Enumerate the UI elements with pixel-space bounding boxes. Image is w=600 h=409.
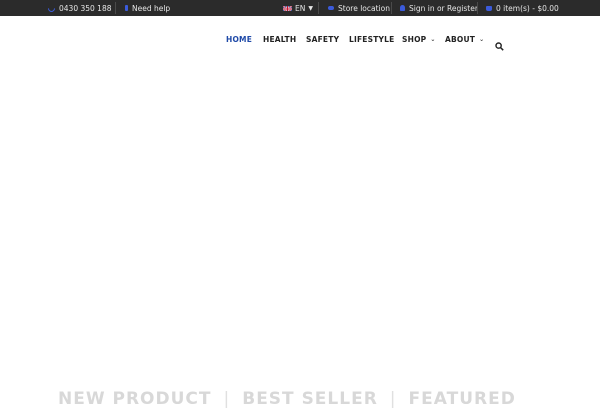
location-icon xyxy=(328,6,334,10)
divider xyxy=(318,2,319,14)
tab-best-seller[interactable]: BEST SELLER xyxy=(242,389,378,409)
nav-item-shop[interactable]: SHOP ⌄ xyxy=(402,35,436,44)
help-link[interactable]: Need help xyxy=(125,0,170,16)
main-navigation xyxy=(0,16,600,64)
phone-number: 0430 350 188 xyxy=(59,3,112,13)
divider xyxy=(477,2,478,14)
top-bar: 0430 350 188 Need help EN ▼ Store locati… xyxy=(0,0,600,16)
nav-item-safety[interactable]: SAFETY xyxy=(306,35,339,44)
hero-banner xyxy=(0,64,600,384)
phone-link[interactable]: 0430 350 188 xyxy=(46,0,112,16)
chevron-down-icon: ⌄ xyxy=(479,36,485,43)
nav-item-about[interactable]: ABOUT ⌄ xyxy=(445,35,484,44)
nav-item-home[interactable]: HOME xyxy=(226,35,252,44)
cart-icon xyxy=(486,5,492,11)
language-selector[interactable]: EN ▼ xyxy=(283,0,313,16)
cart-link[interactable]: 0 item(s) - $0.00 xyxy=(486,0,559,16)
user-icon xyxy=(400,5,405,11)
search-icon[interactable] xyxy=(495,36,504,51)
help-label: Need help xyxy=(132,3,171,13)
uk-flag-icon xyxy=(283,5,292,11)
divider xyxy=(391,2,392,14)
chevron-down-icon: ⌄ xyxy=(430,36,436,43)
nav-label: HEALTH xyxy=(263,35,297,44)
chevron-down-icon: ▼ xyxy=(308,4,313,12)
nav-label: HOME xyxy=(226,35,253,44)
divider xyxy=(115,2,116,14)
account-label: Sign in or Register xyxy=(409,3,478,13)
account-link[interactable]: Sign in or Register xyxy=(400,0,478,16)
tab-divider: | xyxy=(389,389,397,409)
tab-featured[interactable]: FEATURED xyxy=(409,389,516,409)
tab-new-product[interactable]: NEW PRODUCT xyxy=(58,389,212,409)
nav-label: LIFESTYLE xyxy=(349,35,395,44)
nav-label: SHOP xyxy=(402,35,427,44)
phone-icon xyxy=(46,3,57,13)
tab-divider: | xyxy=(223,389,231,409)
store-location-label: Store location xyxy=(338,3,390,13)
language-label: EN xyxy=(295,3,306,13)
nav-label: ABOUT xyxy=(445,35,476,44)
nav-item-health[interactable]: HEALTH xyxy=(263,35,296,44)
product-tabs: NEW PRODUCT | BEST SELLER | FEATURED xyxy=(58,389,516,409)
cart-summary: 0 item(s) - $0.00 xyxy=(496,3,559,13)
nav-label: SAFETY xyxy=(306,35,340,44)
help-icon xyxy=(125,5,128,11)
nav-item-lifestyle[interactable]: LIFESTYLE xyxy=(349,35,394,44)
store-location-link[interactable]: Store location xyxy=(328,0,390,16)
